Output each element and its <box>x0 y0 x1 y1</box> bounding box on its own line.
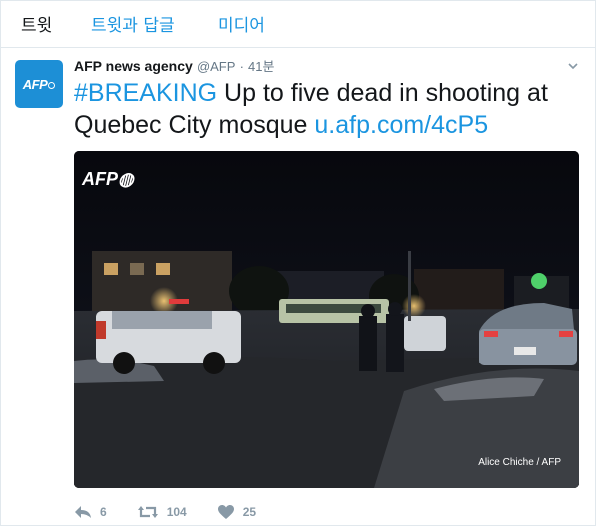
reply-button[interactable]: 6 <box>74 504 107 520</box>
reply-icon <box>75 506 91 518</box>
tab-media[interactable]: 미디어 <box>218 15 265 37</box>
afp-watermark: AFP◍ <box>82 169 134 189</box>
heart-icon <box>217 505 234 519</box>
afp-logo-icon: AFP <box>23 77 56 92</box>
tab-tweets[interactable]: 트윗 <box>21 15 52 37</box>
url-link[interactable]: u.afp.com/4cP5 <box>314 111 488 139</box>
night-scene-image <box>74 151 579 488</box>
reply-count: 6 <box>100 505 107 519</box>
hashtag-link[interactable]: #BREAKING <box>74 79 217 107</box>
photo-credit: Alice Chiche / AFP <box>478 457 561 468</box>
tweet[interactable]: AFP AFP news agency @AFP · 41분 #BREAKING… <box>1 48 595 526</box>
tab-tweets-and-replies[interactable]: 트윗과 답글 <box>91 15 175 37</box>
chevron-down-icon[interactable] <box>567 60 579 72</box>
tweet-actions: 6 104 25 <box>74 502 286 522</box>
author-name[interactable]: AFP news agency <box>74 58 193 74</box>
retweet-button[interactable]: 104 <box>137 504 187 520</box>
tweet-text: #BREAKING Up to five dead in shooting at… <box>74 77 574 141</box>
retweet-count: 104 <box>166 505 187 519</box>
like-button[interactable]: 25 <box>217 504 256 520</box>
header-separator: · <box>239 59 244 74</box>
timeline-frame: 트윗 트윗과 답글 미디어 AFP AFP news agency @AFP ·… <box>0 0 596 526</box>
profile-tabs: 트윗 트윗과 답글 미디어 <box>1 1 595 48</box>
author-handle[interactable]: @AFP <box>197 59 235 74</box>
tweet-timestamp[interactable]: 41분 <box>248 59 274 74</box>
retweet-icon <box>137 506 158 518</box>
avatar[interactable]: AFP <box>15 60 63 108</box>
tweet-photo[interactable]: AFP◍ Alice Chiche / AFP <box>74 151 579 488</box>
tweet-header: AFP news agency @AFP · 41분 <box>74 58 274 76</box>
like-count: 25 <box>242 505 257 519</box>
